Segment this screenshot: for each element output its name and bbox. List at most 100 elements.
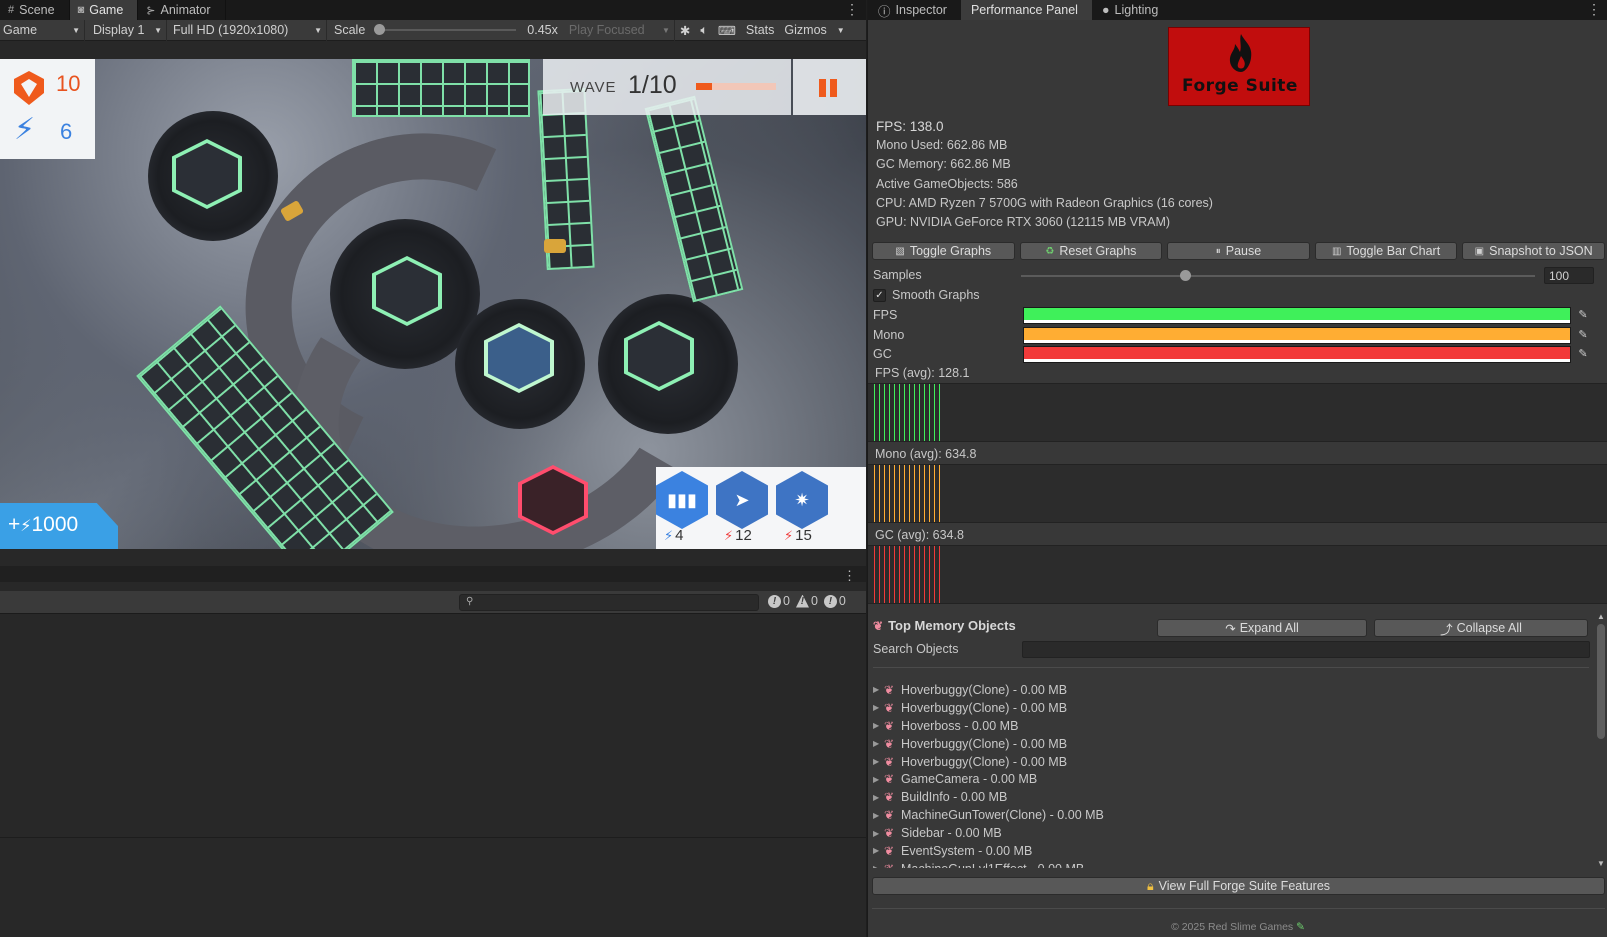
memory-object-item[interactable]: ▶ ❦ EventSystem - 0.00 MB <box>868 842 1594 860</box>
scrollbar-thumb[interactable] <box>1597 624 1605 739</box>
memory-object-label: Hoverbuggy(Clone) - 0.00 MB <box>901 700 1068 715</box>
pause-game-button[interactable] <box>793 59 866 115</box>
kebab-menu-icon[interactable]: ⋮ <box>1587 1 1601 18</box>
tab-game[interactable]: ◙ Game <box>69 0 139 20</box>
scroll-down-icon[interactable]: ▼ <box>1597 859 1605 868</box>
expand-arrow-icon[interactable]: ▶ <box>868 846 884 855</box>
samples-slider-knob[interactable] <box>1180 270 1192 281</box>
keyboard-icon[interactable]: ⌨ <box>713 20 741 41</box>
expand-arrow-icon[interactable]: ▶ <box>868 775 884 784</box>
graph-sample-bar <box>924 384 925 441</box>
audio-icon[interactable]: 🔈︎ <box>695 20 713 41</box>
dropdown-value: Display 1 <box>93 23 145 37</box>
memory-object-item[interactable]: ▶ ❦ Hoverbuggy(Clone) - 0.00 MB <box>868 735 1594 753</box>
memory-object-item[interactable]: ▶ ❦ Hoverbuggy(Clone) - 0.00 MB <box>868 753 1594 771</box>
fps-color-label: FPS <box>873 308 898 322</box>
brain-icon: ❦ <box>884 700 895 715</box>
tab-animator[interactable]: ⊱ Animator <box>138 0 226 20</box>
expand-arrow-icon[interactable]: ▶ <box>868 864 884 868</box>
graph-sample-bar <box>874 465 875 522</box>
memory-object-item[interactable]: ▶ ❦ MachineGunTower(Clone) - 0.00 MB <box>868 806 1594 824</box>
energy-bolt-icon: ⚡︎ <box>20 518 32 535</box>
display-dropdown[interactable]: Display 1 ▼ <box>85 19 167 41</box>
tab-lighting[interactable]: ● Lighting <box>1092 0 1172 20</box>
scale-slider-knob[interactable] <box>374 24 386 35</box>
expand-arrow-icon[interactable]: ▶ <box>868 703 884 712</box>
resolution-dropdown[interactable]: Full HD (1920x1080) ▼ <box>167 19 327 41</box>
graph-sample-bar <box>914 384 915 441</box>
snapshot-json-button[interactable]: ▣ Snapshot to JSON <box>1462 242 1605 260</box>
samples-slider[interactable] <box>1021 270 1535 281</box>
memory-object-item[interactable]: ▶ ❦ Sidebar - 0.00 MB <box>868 824 1594 842</box>
play-focused-dropdown[interactable]: Play Focused ▼ <box>563 19 675 41</box>
tab-scene[interactable]: # Scene <box>0 0 70 20</box>
game-viewport[interactable]: 10 ⚡︎ 6 WAVE 1/10 +⚡︎1000 ▮▮▮ ⚡︎ 4 ➤ ⚡︎ … <box>0 59 866 549</box>
memory-object-item[interactable]: ▶ ❦ GameCamera - 0.00 MB <box>868 770 1594 788</box>
fps-color-field[interactable] <box>1023 307 1571 324</box>
stats-button[interactable]: Stats <box>741 20 780 41</box>
kebab-menu-icon[interactable]: ⋮ <box>845 1 859 18</box>
tower-emp-button[interactable]: ✷ ⚡︎ 15 <box>776 471 830 547</box>
expand-arrow-icon[interactable]: ▶ <box>868 739 884 748</box>
search-objects-input[interactable] <box>1022 641 1590 658</box>
scale-value: 0.45x <box>527 23 558 37</box>
dropdown-value: Full HD (1920x1080) <box>173 23 289 37</box>
tower-rocket-button[interactable]: ➤ ⚡︎ 12 <box>716 471 770 547</box>
tower-shop: ▮▮▮ ⚡︎ 4 ➤ ⚡︎ 12 ✷ ⚡︎ 15 <box>656 467 866 549</box>
info-count-toggle[interactable]: ! 0 <box>823 594 846 608</box>
eyedropper-icon[interactable]: ✎ <box>1574 307 1592 324</box>
toggle-bar-chart-button[interactable]: ▥ Toggle Bar Chart <box>1314 242 1458 260</box>
gizmos-caret-icon[interactable]: ▼ <box>832 20 850 41</box>
warning-count-toggle[interactable]: ! 0 <box>795 594 818 608</box>
scroll-up-icon[interactable]: ▲ <box>1597 612 1605 621</box>
kebab-menu-icon[interactable]: ⋮ <box>843 568 856 584</box>
error-count-toggle[interactable]: ! 0 <box>768 594 790 608</box>
console-log[interactable] <box>0 614 866 838</box>
memory-object-item[interactable]: ▶ ❦ Hoverbuggy(Clone) - 0.00 MB <box>868 699 1594 717</box>
eyedropper-icon[interactable]: ✎ <box>1574 327 1592 344</box>
reset-graphs-button[interactable]: ♻︎ Reset Graphs <box>1019 242 1163 260</box>
emp-tower-icon: ✷ <box>776 471 828 529</box>
expand-arrow-icon[interactable]: ▶ <box>868 811 884 820</box>
lock-icon: 🔒︎ <box>1146 878 1154 893</box>
graph-sample-bar <box>874 384 875 441</box>
expand-arrow-icon[interactable]: ▶ <box>868 757 884 766</box>
expand-all-button[interactable]: ↷ Expand All <box>1157 619 1367 637</box>
currency-hud: +⚡︎1000 <box>0 503 118 549</box>
expand-arrow-icon[interactable]: ▶ <box>868 685 884 694</box>
memory-object-item[interactable]: ▶ ❦ Hoverbuggy(Clone) - 0.00 MB <box>868 681 1594 699</box>
scale-slider[interactable] <box>374 24 517 35</box>
mono-color-field[interactable] <box>1023 327 1571 344</box>
build-grid <box>644 95 744 303</box>
pause-button[interactable]: ⏸︎ Pause <box>1167 242 1310 260</box>
brain-icon: ❦ <box>884 862 901 868</box>
tab-label: Inspector <box>895 3 947 17</box>
brain-icon: ❦ <box>884 736 895 751</box>
mono-color-label: Mono <box>873 328 905 342</box>
game-mode-dropdown[interactable]: Game ▼ <box>0 19 85 41</box>
tower-machine-gun-button[interactable]: ▮▮▮ ⚡︎ 4 <box>656 471 710 547</box>
memory-object-item[interactable]: ▶ ❦ BuildInfo - 0.00 MB <box>868 788 1594 806</box>
tab-inspector[interactable]: ⓘ Inspector <box>868 0 961 20</box>
divider <box>873 667 1589 668</box>
samples-input[interactable]: 100 <box>1544 267 1594 284</box>
recycle-icon: ♻︎ <box>1045 245 1055 257</box>
graph-sample-bar <box>889 384 890 441</box>
memory-object-item[interactable]: ▶❦MachineGunLvl1Effect - 0.00 MB <box>868 860 1594 868</box>
collapse-all-button[interactable]: ⤴ Collapse All <box>1374 619 1588 637</box>
eyedropper-icon[interactable]: ✎ <box>1574 346 1592 363</box>
memory-object-item[interactable]: ▶ ❦ Hoverboss - 0.00 MB <box>868 717 1594 735</box>
expand-arrow-icon[interactable]: ▶ <box>868 793 884 802</box>
console-search-input[interactable]: ⚲ <box>459 594 759 611</box>
expand-arrow-icon[interactable]: ▶ <box>868 829 884 838</box>
view-full-features-button[interactable]: 🔒︎ View Full Forge Suite Features <box>872 877 1605 895</box>
bug-icon[interactable]: ✱ <box>675 20 695 41</box>
smooth-graphs-checkbox[interactable]: ✓ <box>873 289 886 302</box>
gizmos-button[interactable]: Gizmos <box>779 20 831 41</box>
tab-performance-panel[interactable]: Performance Panel <box>960 0 1092 20</box>
memory-list-scrollbar[interactable]: ▲ ▼ <box>1595 612 1607 868</box>
graph-sample-bar <box>909 465 910 522</box>
toggle-graphs-button[interactable]: ▧ Toggle Graphs <box>872 242 1015 260</box>
gc-color-field[interactable] <box>1023 346 1571 363</box>
expand-arrow-icon[interactable]: ▶ <box>868 721 884 730</box>
